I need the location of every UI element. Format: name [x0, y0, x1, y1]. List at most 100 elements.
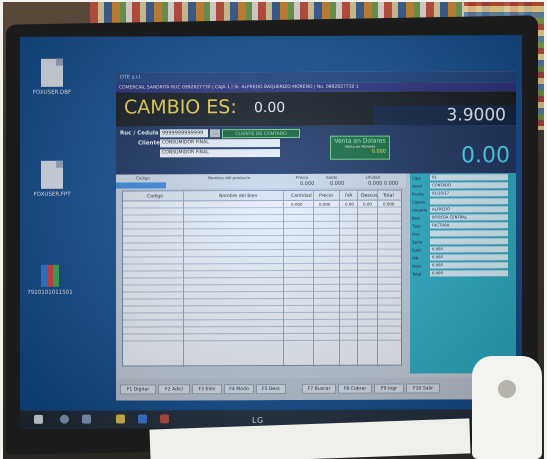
side-value[interactable]: 01/10/17: [430, 190, 508, 197]
search-icon[interactable]: [60, 414, 69, 424]
desktop-icon-label: FOXUSER.DBF: [32, 89, 72, 96]
desktop-icon-label: FOXUSER.FPT: [33, 191, 71, 198]
col-total: Total: [383, 193, 394, 199]
file-explorer-icon[interactable]: [116, 414, 125, 424]
total-display: 0.00: [461, 143, 510, 169]
entry-header-nombre: Nombre del producto: [208, 175, 251, 181]
side-value[interactable]: 0.000: [430, 262, 508, 269]
side-value[interactable]: FACTURA: [430, 222, 508, 229]
frame-border-top: [0, 0, 547, 2]
side-value[interactable]: [430, 198, 508, 205]
side-value[interactable]: CONTADO: [430, 182, 508, 189]
sale-currency-box: Venta en Dolares Venta en Moneda 0.000: [330, 135, 390, 160]
f7-button[interactable]: F7 Buscar: [302, 383, 336, 394]
f1-button[interactable]: F1 Digitar: [120, 384, 156, 395]
client-input[interactable]: CONSUMIDOR FINAL: [160, 138, 280, 148]
paper-roll-core: [498, 380, 516, 398]
ruc-lookup-button[interactable]: ...: [210, 129, 220, 138]
side-value[interactable]: 0.000: [430, 246, 508, 253]
document-icon: [41, 58, 63, 87]
items-table: Codigo Nombre del Bien Cantidad Precio I…: [122, 189, 402, 368]
side-key: Cajero: [412, 199, 425, 205]
exchange-rate-value: 3.9000: [446, 105, 506, 126]
column-divider: [283, 190, 284, 367]
function-key-bar: F1 Digitar F2 Adicl F3 Elim F4 Modo F5 D…: [116, 377, 516, 401]
col-iva: IVA: [345, 193, 353, 199]
side-key: Desc: [412, 263, 422, 269]
col-nombre: Nombre del Bien: [219, 194, 258, 200]
column-divider: [313, 190, 314, 367]
col-codigo: Codigo: [147, 194, 163, 200]
start-icon[interactable]: [34, 414, 43, 424]
desktop-icon-foxuser-fpt[interactable]: FOXUSER.FPT: [22, 160, 82, 198]
f8-button[interactable]: F8 Cobrar: [338, 383, 372, 394]
monitor: FOXUSER.DBF FOXUSER.FPT 7920101011501 DT…: [6, 15, 538, 455]
side-value[interactable]: [430, 230, 508, 237]
desktop-icon-foxuser-dbf[interactable]: FOXUSER.DBF: [22, 58, 82, 96]
summary-side-panel: Caja 01 Vend CONTADO Fecha 01/10/17 Cajero …: [410, 173, 516, 374]
entry-header-unidad: Unidad: [366, 174, 381, 180]
client-label: Cliente: [138, 140, 160, 147]
cell-precio: 0.000: [319, 201, 331, 207]
column-divider: [339, 190, 340, 367]
document-icon: [41, 160, 63, 189]
side-value[interactable]: [430, 238, 508, 245]
cell-iva: 0.00: [345, 201, 354, 207]
side-key: Caja: [412, 175, 421, 181]
desktop-icon-app[interactable]: 7920101011501: [20, 264, 80, 296]
cell-descuento: 0.00: [363, 201, 372, 207]
product-entry-values: 0.000 0.000 0.000 0.000: [116, 181, 406, 189]
side-key: Usuario: [412, 207, 428, 213]
f9-button[interactable]: F9 Ingr: [374, 383, 404, 394]
side-key: Doc: [412, 231, 420, 237]
entry-header-precio: Precio: [296, 174, 309, 180]
f3-button[interactable]: F3 Elim: [192, 384, 222, 395]
cash-client-button[interactable]: CLIENTE DE CONTADO: [222, 128, 300, 139]
rate-panel: 3.9000: [374, 105, 516, 126]
col-cantidad: Cantidad: [291, 193, 312, 199]
column-divider: [183, 191, 184, 368]
f2-button[interactable]: F2 Adicl: [158, 384, 190, 395]
table-row[interactable]: [123, 333, 401, 342]
change-panel: CAMBIO ES: 0.00 3.9000: [116, 91, 516, 127]
ruc-input[interactable]: 9999999999999: [160, 129, 208, 138]
books-icon: [41, 264, 59, 287]
side-value[interactable]: 0.000: [430, 254, 508, 261]
client-name-input[interactable]: CONSUMIDOR FINAL: [160, 148, 280, 158]
change-value: 0.00: [254, 99, 286, 117]
frame-border-left: [0, 0, 3, 459]
task-view-icon[interactable]: [82, 414, 91, 424]
column-divider: [357, 190, 358, 367]
side-key: Vend: [412, 183, 422, 189]
side-value[interactable]: ALFREDO: [430, 206, 508, 213]
pos-window: DTE s.r.l. COMERCIAL SANDRITA RUC 099282…: [116, 71, 516, 401]
change-label: CAMBIO ES:: [124, 96, 237, 119]
monitor-brand-logo: LG: [252, 416, 264, 425]
side-key: Bod: [412, 215, 420, 221]
side-value[interactable]: 0.000: [430, 270, 508, 277]
f4-button[interactable]: F4 Modo: [224, 384, 254, 395]
side-key: Total: [412, 271, 422, 277]
f5-button[interactable]: F5 Desc: [256, 383, 286, 395]
desktop-icon-label: 7920101011501: [27, 289, 73, 296]
side-key: Tipo: [412, 223, 421, 229]
ruc-label: Ruc / Cedula: [120, 130, 159, 137]
entry-unidad-value: 0.000 0.000: [368, 180, 399, 187]
entry-header-saldo: Saldo: [326, 174, 338, 180]
customer-panel: Ruc / Cedula 9999999999999 ... CLIENTE D…: [116, 125, 516, 175]
side-value[interactable]: BODEGA CENTRAL: [430, 214, 508, 221]
column-divider: [377, 190, 378, 367]
entry-saldo-value: 0.000: [330, 180, 345, 187]
cell-cantidad: 0.000: [291, 201, 303, 207]
side-value[interactable]: 01: [430, 174, 508, 181]
side-row: Total 0.000: [410, 269, 516, 277]
f10-button[interactable]: F10 Salir: [406, 383, 440, 394]
entry-header-codigo: Codigo: [136, 175, 150, 181]
side-key: Serie: [412, 239, 423, 245]
side-key: Fecha: [412, 191, 424, 197]
pos-taskbar-icon[interactable]: [160, 414, 169, 424]
sale-currency-value: 0.000: [371, 148, 386, 155]
col-precio: Precio: [319, 193, 333, 199]
app-taskbar-icon[interactable]: [138, 414, 147, 424]
entry-precio-value: 0.000: [300, 180, 315, 187]
